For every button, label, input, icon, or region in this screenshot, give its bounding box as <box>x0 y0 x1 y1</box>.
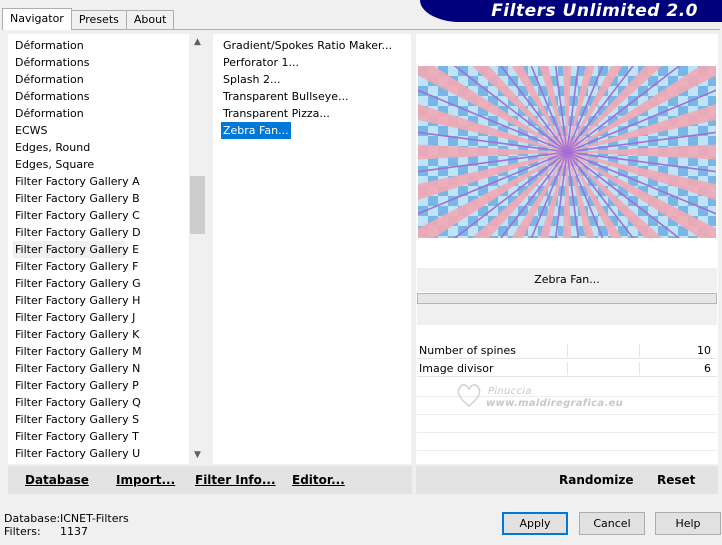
status-filters-label: Filters: <box>4 525 41 538</box>
category-item[interactable]: ECWS <box>13 122 188 139</box>
category-list-items: Déformation Déformations Déformation Déform… <box>13 37 188 464</box>
tab-navigator[interactable]: Navigator <box>2 8 72 30</box>
category-item[interactable]: Filter Factory Gallery M <box>13 343 188 360</box>
info-area <box>417 304 717 325</box>
filter-item[interactable]: Transparent Pizza... <box>221 105 332 122</box>
status-filters-value: 1137 <box>60 525 88 538</box>
param-value[interactable]: 10 <box>697 342 711 359</box>
category-item[interactable]: Filter Factory Gallery J <box>13 309 188 326</box>
param-value[interactable]: 6 <box>704 360 711 377</box>
category-item[interactable]: Filter Factory Gallery C <box>13 207 188 224</box>
preview-panel: Zebra Fan... Number of spines 10 Image d… <box>416 34 718 464</box>
status-database-value: ICNET-Filters <box>60 512 129 525</box>
filter-preview-image <box>418 66 716 238</box>
category-item[interactable]: Filter Factory Gallery Q <box>13 394 188 411</box>
watermark-url: www.maldiregrafica.eu <box>486 398 624 409</box>
category-item[interactable]: Filter Factory Gallery H <box>13 292 188 309</box>
category-item[interactable]: Déformations <box>13 88 188 105</box>
category-item[interactable]: Filter Factory Gallery K <box>13 326 188 343</box>
category-item[interactable]: Edges, Square <box>13 156 188 173</box>
import-button[interactable]: Import... <box>116 466 175 494</box>
category-item[interactable]: Filter Factory Gallery F <box>13 258 188 275</box>
progress-bar <box>417 293 717 304</box>
filter-item[interactable]: Splash 2... <box>221 71 282 88</box>
param-label: Image divisor <box>419 362 494 375</box>
filter-item[interactable]: Gradient/Spokes Ratio Maker... <box>221 37 394 54</box>
tab-presets[interactable]: Presets <box>70 10 127 30</box>
category-item[interactable]: Déformation <box>13 105 188 122</box>
tab-about[interactable]: About <box>125 10 175 30</box>
param-label: Number of spines <box>419 344 517 357</box>
randomize-button[interactable]: Randomize <box>559 466 633 494</box>
status-database: Database:ICNET-Filters <box>4 512 129 525</box>
right-button-row: Randomize Reset <box>416 466 718 494</box>
category-item[interactable]: Filter Factory Gallery B <box>13 190 188 207</box>
status-filters: Filters: 1137 <box>4 525 88 538</box>
category-item[interactable]: Filter Factory Gallery G <box>13 275 188 292</box>
cancel-button[interactable]: Cancel <box>579 512 645 535</box>
app-title-banner: Filters Unlimited 2.0 <box>420 0 722 22</box>
category-item[interactable]: Filter Factory Gallery D <box>13 224 188 241</box>
category-scrollbar[interactable]: ▲ ▼ <box>189 34 206 464</box>
filter-item[interactable]: Perforator 1... <box>221 54 301 71</box>
category-item[interactable]: Edges, Round <box>13 139 188 156</box>
preview-filter-name: Zebra Fan... <box>417 268 717 292</box>
watermark-logo-icon <box>457 384 481 407</box>
param-image-divisor[interactable]: Image divisor 6 <box>417 360 717 377</box>
category-item[interactable]: Filter Factory Gallery S <box>13 411 188 428</box>
status-database-label: Database: <box>4 512 61 525</box>
category-item[interactable]: Déformation <box>13 37 188 54</box>
category-item-selected[interactable]: Filter Factory Gallery E <box>13 241 139 258</box>
category-item[interactable]: Filter Factory Gallery P <box>13 377 188 394</box>
help-button[interactable]: Help <box>655 512 721 535</box>
category-item[interactable]: Filter Factory Gallery N <box>13 360 188 377</box>
category-item[interactable]: Déformation <box>13 71 188 88</box>
reset-button[interactable]: Reset <box>657 466 695 494</box>
apply-button[interactable]: Apply <box>502 512 568 535</box>
scroll-up-icon[interactable]: ▲ <box>189 34 206 51</box>
left-button-row: Database Import... Filter Info... Editor… <box>8 466 412 494</box>
watermark-name: Pinuccia <box>488 386 532 397</box>
category-item[interactable]: Filter Factory Gallery A <box>13 173 188 190</box>
category-list[interactable]: Déformation Déformations Déformation Déform… <box>8 34 206 464</box>
scroll-down-icon[interactable]: ▼ <box>189 447 206 464</box>
scroll-thumb[interactable] <box>190 176 205 234</box>
filter-item-selected[interactable]: Zebra Fan... <box>221 122 291 139</box>
category-item[interactable]: Déformations <box>13 54 188 71</box>
param-number-of-spines[interactable]: Number of spines 10 <box>417 342 717 359</box>
filter-info-button[interactable]: Filter Info... <box>195 466 276 494</box>
category-item[interactable]: Filter Factory Gallery V <box>13 462 188 464</box>
category-item[interactable]: Filter Factory Gallery T <box>13 428 188 445</box>
database-button[interactable]: Database <box>25 466 89 494</box>
category-item[interactable]: Filter Factory Gallery U <box>13 445 188 462</box>
filter-list[interactable]: Gradient/Spokes Ratio Maker... Perforato… <box>213 34 411 464</box>
tab-bar: Navigator Presets About <box>2 8 175 30</box>
editor-button[interactable]: Editor... <box>292 466 345 494</box>
filter-item[interactable]: Transparent Bullseye... <box>221 88 351 105</box>
